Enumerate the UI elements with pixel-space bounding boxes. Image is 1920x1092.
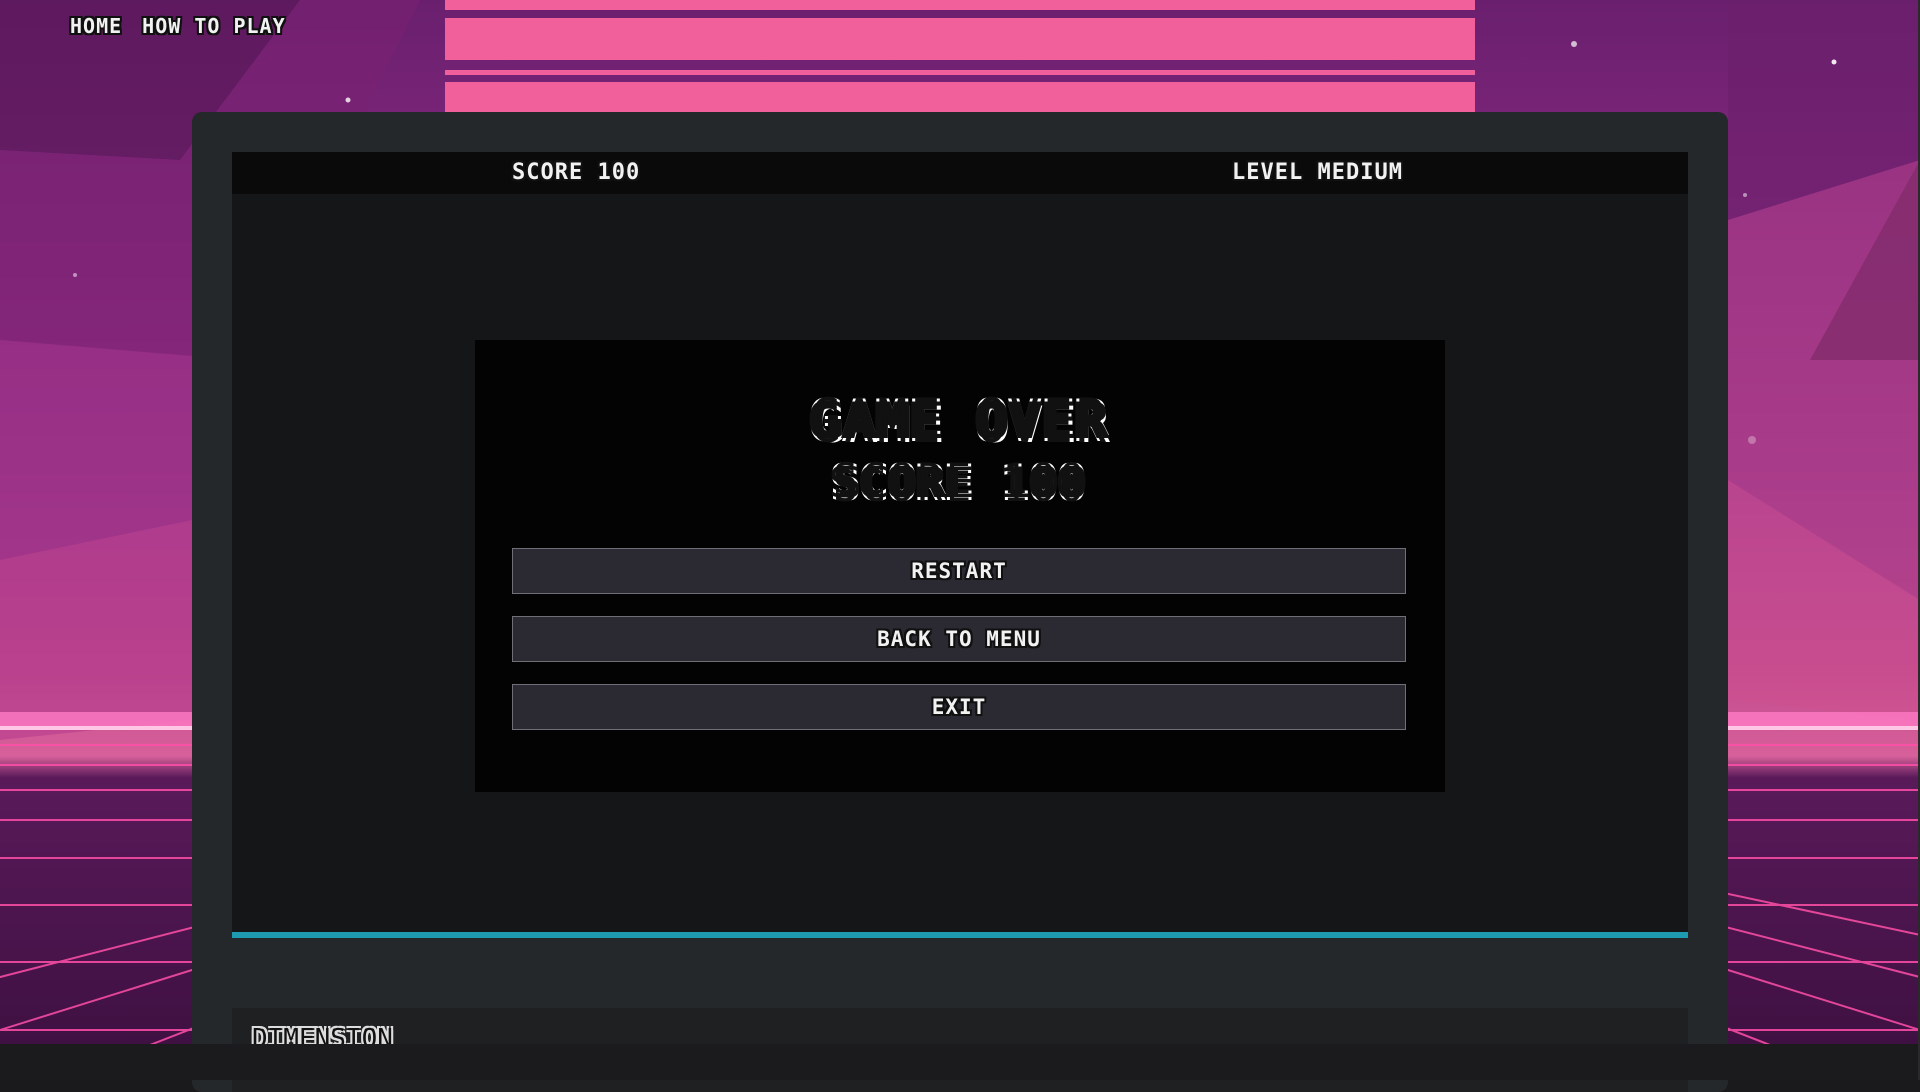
nav-how-to-play-link[interactable]: HOW TO PLAY bbox=[142, 14, 285, 38]
hud-score: SCORE 100 bbox=[512, 160, 641, 185]
accent-line bbox=[232, 932, 1688, 938]
final-score: SCORE 100 bbox=[832, 458, 1088, 507]
top-nav: HOME HOW TO PLAY bbox=[70, 14, 286, 38]
game-over-title: GAME OVER bbox=[811, 392, 1109, 450]
game-canvas: SCORE 100 LEVEL MEDIUM GAME OVER SCORE 1… bbox=[232, 152, 1688, 938]
game-frame: SCORE 100 LEVEL MEDIUM GAME OVER SCORE 1… bbox=[192, 112, 1728, 1092]
hud-bar: SCORE 100 LEVEL MEDIUM bbox=[232, 152, 1688, 194]
sun-graphic bbox=[445, 0, 1475, 112]
hud-level: LEVEL MEDIUM bbox=[1232, 160, 1403, 185]
restart-button[interactable]: RESTART bbox=[512, 548, 1406, 594]
game-over-dialog: GAME OVER SCORE 100 RESTART BACK TO MENU… bbox=[475, 340, 1445, 792]
back-to-menu-button[interactable]: BACK TO MENU bbox=[512, 616, 1406, 662]
exit-button[interactable]: EXIT bbox=[512, 684, 1406, 730]
bottom-bar bbox=[0, 1044, 1920, 1080]
nav-home-link[interactable]: HOME bbox=[70, 14, 122, 38]
